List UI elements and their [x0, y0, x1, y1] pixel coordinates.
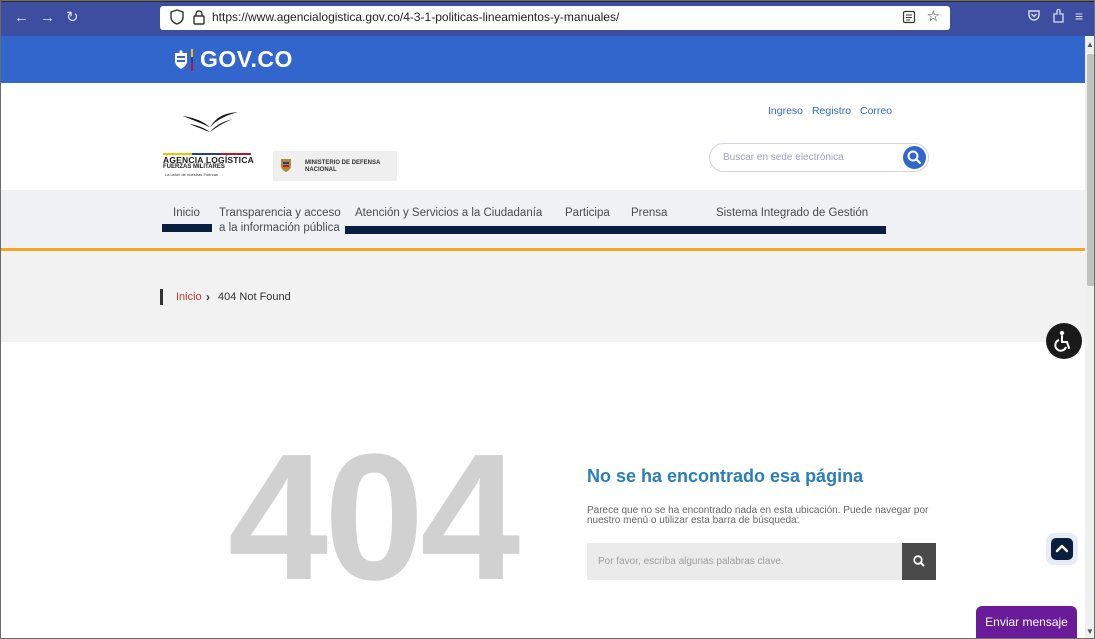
gov-brand-text: GOV.CO [200, 46, 293, 72]
nav-atencion[interactable]: Atención y Servicios a la Ciudadanía [355, 206, 542, 221]
sede-search-placeholder[interactable]: Buscar en sede electrónica [723, 152, 844, 163]
ministry-logo[interactable]: MINISTERIO DE DEFENSA NACIONAL [273, 151, 397, 181]
ministry-line-2: NACIONAL [305, 167, 337, 173]
pocket-icon[interactable] [1027, 8, 1041, 22]
nav-inicio[interactable]: Inicio [173, 206, 200, 221]
nav-transparencia[interactable]: Transparencia y acceso a la información … [219, 206, 341, 236]
sede-search-button[interactable] [903, 146, 926, 169]
reader-view-icon[interactable] [902, 10, 916, 24]
forward-icon[interactable]: → [40, 9, 55, 27]
search-icon [913, 555, 925, 567]
coat-of-arms-icon [175, 49, 187, 69]
main-navigation: Inicio Transparencia y acceso a la infor… [0, 190, 1085, 248]
sede-search-field[interactable]: Buscar en sede electrónica [709, 143, 929, 172]
nav-sistema-integrado[interactable]: Sistema Integrado de Gestión [716, 206, 868, 221]
nav-participa[interactable]: Participa [565, 206, 610, 221]
agency-wings-logo[interactable] [160, 111, 260, 151]
shield-icon [170, 9, 184, 25]
scrollbar-thumb[interactable] [1087, 54, 1094, 286]
send-message-button[interactable]: Enviar mensaje [976, 606, 1077, 639]
error-code: 404 [228, 417, 520, 618]
search-icon [907, 150, 922, 165]
gov-bar: GOV.CO [0, 36, 1085, 83]
nav-transparencia-line-1: Transparencia y acceso [219, 207, 341, 219]
link-ingreso[interactable]: Ingreso [768, 105, 803, 117]
keyword-search-input[interactable]: Por favor, escriba algunas palabras clav… [587, 543, 902, 580]
lock-icon [193, 10, 205, 25]
browser-toolbar: ← → ↻ https://www.agencialogistica.gov.c… [0, 0, 1095, 36]
menu-icon[interactable]: ≡ [1075, 8, 1083, 24]
breadcrumb: Inicio › 404 Not Found [0, 251, 1085, 342]
url-text[interactable]: https://www.agencialogistica.gov.co/4-3-… [212, 10, 619, 24]
breadcrumb-current: 404 Not Found [218, 291, 291, 303]
extensions-icon[interactable] [1051, 8, 1065, 23]
scroll-down-arrow-icon[interactable]: ▼ [1086, 627, 1094, 636]
not-found-title: No se ha encontrado esa página [587, 466, 864, 486]
gov-logo[interactable]: GOV.CO [172, 46, 293, 73]
agency-tagline: La unión de nuestras Fuerzas [165, 172, 218, 177]
flag-divider-icon [191, 48, 193, 71]
agency-subtitle: FUERZAS MILITARES [163, 164, 225, 170]
accessibility-button[interactable] [1046, 323, 1082, 359]
nav-transparencia-line-2: a la información pública [219, 222, 340, 234]
nav-bar-right [345, 226, 886, 234]
nav-prensa[interactable]: Prensa [631, 206, 667, 221]
ministry-line-1: MINISTERIO DE DEFENSA [305, 160, 381, 166]
bookmark-star-icon[interactable]: ☆ [927, 8, 940, 26]
scroll-to-top-button[interactable] [1046, 533, 1078, 565]
link-correo[interactable]: Correo [860, 105, 892, 117]
reload-icon[interactable]: ↻ [66, 9, 79, 27]
back-icon[interactable]: ← [14, 9, 29, 27]
address-bar[interactable]: https://www.agencialogistica.gov.co/4-3-… [160, 6, 950, 30]
top-links: Ingreso Registro Correo [768, 105, 898, 117]
wheelchair-icon [1054, 330, 1070, 352]
chevron-right-icon: › [206, 290, 210, 304]
not-found-description: Parece que no se ha encontrado nada en e… [587, 505, 929, 526]
keyword-search-placeholder[interactable]: Por favor, escriba algunas palabras clav… [598, 556, 784, 567]
chevron-up-icon [1055, 544, 1069, 553]
breadcrumb-marker [160, 289, 163, 305]
ministry-text: MINISTERIO DE DEFENSA NACIONAL [305, 160, 380, 174]
nav-active-bar [162, 224, 212, 232]
ministry-seal-icon [281, 159, 291, 172]
scroll-up-arrow-icon[interactable]: ▲ [1086, 40, 1094, 49]
scroll-to-top-inner [1051, 538, 1073, 560]
keyword-search-button[interactable] [902, 543, 936, 580]
link-registro[interactable]: Registro [812, 105, 851, 117]
breadcrumb-home-link[interactable]: Inicio [176, 291, 202, 303]
site-header: AGENCIA LOGÍSTICA FUERZAS MILITARES La u… [0, 83, 1085, 190]
